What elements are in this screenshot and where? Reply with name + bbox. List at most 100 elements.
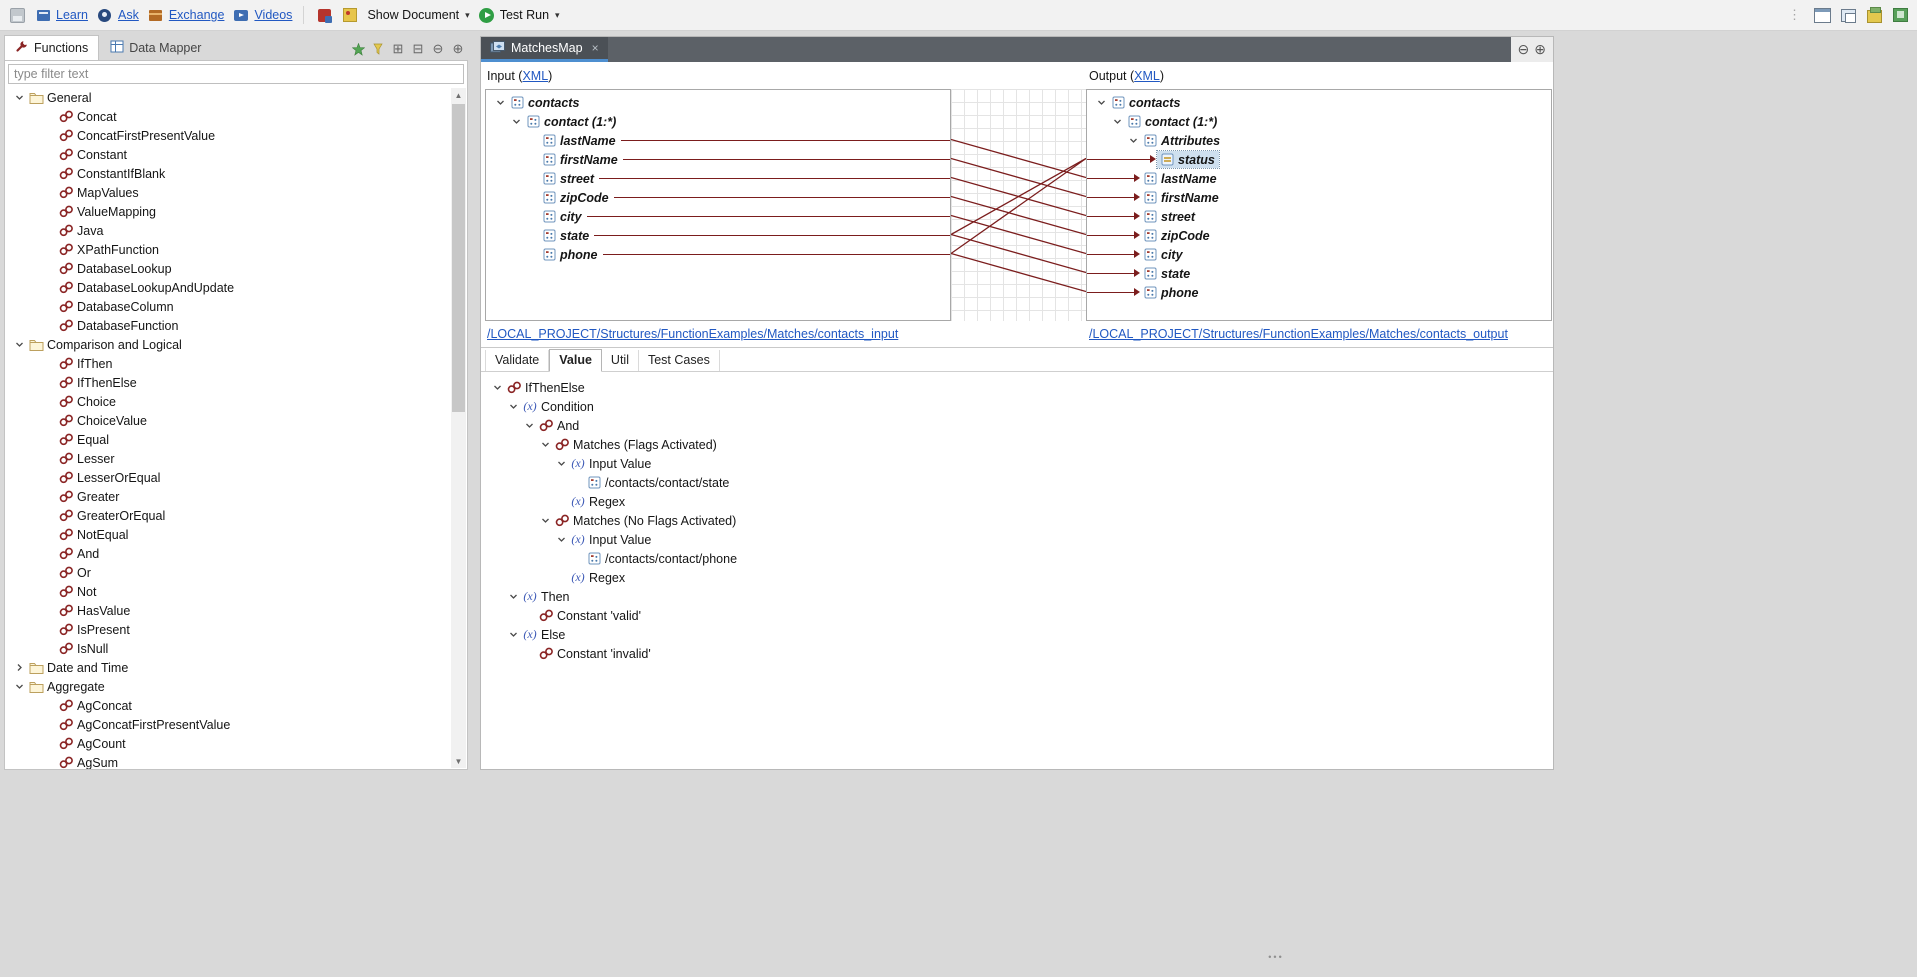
input-tree-item[interactable]: lastName (486, 131, 950, 150)
tab-test-cases[interactable]: Test Cases (639, 350, 720, 371)
function-item[interactable]: Lesser (5, 449, 450, 468)
function-item[interactable]: ConcatFirstPresentValue (5, 126, 450, 145)
chevron-down-icon[interactable] (505, 592, 521, 601)
expression-tree-item[interactable]: (x)Condition (481, 397, 1553, 416)
output-tree-item[interactable]: Attributes (1087, 131, 1551, 150)
function-item[interactable]: MapValues (5, 183, 450, 202)
input-tree-item[interactable]: firstName (486, 150, 950, 169)
sash-handle[interactable]: ••• (1260, 952, 1292, 962)
show-document-dropdown[interactable]: Show Document ▾ (367, 8, 469, 22)
minimize-icon[interactable]: ⊖ (1518, 41, 1530, 58)
exchange-link[interactable]: Exchange (147, 6, 225, 24)
chevron-down-icon[interactable] (11, 93, 27, 102)
learn-label[interactable]: Learn (56, 8, 88, 22)
input-xml-link[interactable]: XML (522, 69, 548, 83)
minimize-view-icon[interactable]: ⊖ (430, 41, 446, 57)
chevron-down-icon[interactable] (492, 98, 508, 107)
function-item[interactable]: DatabaseLookup (5, 259, 450, 278)
videos-label[interactable]: Videos (254, 8, 292, 22)
expression-tree-item[interactable]: (x)Input Value (481, 454, 1553, 473)
output-tree-item[interactable]: street (1087, 207, 1551, 226)
function-item[interactable]: ChoiceValue (5, 411, 450, 430)
input-tree-item[interactable]: city (486, 207, 950, 226)
function-item[interactable]: IfThen (5, 354, 450, 373)
maximize-icon[interactable]: ⊕ (1534, 41, 1546, 58)
function-item[interactable]: IsNull (5, 639, 450, 658)
function-item[interactable]: AgConcat (5, 696, 450, 715)
function-item[interactable]: ValueMapping (5, 202, 450, 221)
function-item[interactable]: DatabaseLookupAndUpdate (5, 278, 450, 297)
function-item[interactable]: XPathFunction (5, 240, 450, 259)
tab-matchesmap[interactable]: MatchesMap × (481, 37, 608, 62)
exchange-label[interactable]: Exchange (169, 8, 225, 22)
chevron-down-icon[interactable] (489, 383, 505, 392)
chevron-down-icon[interactable] (11, 682, 27, 691)
function-item[interactable]: Equal (5, 430, 450, 449)
chevron-down-icon[interactable] (553, 535, 569, 544)
function-group-row[interactable]: Aggregate (5, 677, 450, 696)
chevron-down-icon[interactable] (553, 459, 569, 468)
chevron-down-icon[interactable] (537, 440, 553, 449)
save-icon[interactable] (8, 6, 26, 24)
chevron-down-icon[interactable] (521, 421, 537, 430)
function-item[interactable]: NotEqual (5, 525, 450, 544)
output-tree-item[interactable]: contact (1:*) (1087, 112, 1551, 131)
function-item[interactable]: AgConcatFirstPresentValue (5, 715, 450, 734)
function-item[interactable]: Greater (5, 487, 450, 506)
function-item[interactable]: Java (5, 221, 450, 240)
scroll-up-icon[interactable]: ▲ (451, 88, 466, 102)
output-tree-item[interactable]: firstName (1087, 188, 1551, 207)
function-item[interactable]: AgCount (5, 734, 450, 753)
collapse-all-icon[interactable]: ⊟ (410, 41, 426, 57)
expression-tree-item[interactable]: /contacts/contact/phone (481, 549, 1553, 568)
expression-tree-item[interactable]: (x)Input Value (481, 530, 1553, 549)
close-icon[interactable]: × (592, 41, 599, 55)
expression-tree-item[interactable]: And (481, 416, 1553, 435)
function-item[interactable]: Not (5, 582, 450, 601)
input-tree-item[interactable]: state (486, 226, 950, 245)
chevron-down-icon[interactable] (1109, 117, 1125, 126)
chevron-down-icon[interactable] (1125, 136, 1141, 145)
favorite-star-icon[interactable] (350, 41, 366, 57)
expression-tree-item[interactable]: (x)Regex (481, 492, 1553, 511)
scroll-down-icon[interactable]: ▼ (451, 754, 466, 768)
output-tree-item[interactable]: status (1087, 150, 1551, 169)
function-group-row[interactable]: Comparison and Logical (5, 335, 450, 354)
chevron-down-icon[interactable] (505, 402, 521, 411)
function-item[interactable]: ConstantIfBlank (5, 164, 450, 183)
expression-tree-item[interactable]: Matches (Flags Activated) (481, 435, 1553, 454)
chevron-down-icon[interactable] (505, 630, 521, 639)
chevron-down-icon[interactable] (537, 516, 553, 525)
expression-tree-item[interactable]: Matches (No Flags Activated) (481, 511, 1553, 530)
maximize-view-icon[interactable]: ⊕ (450, 41, 466, 57)
expression-tree-item[interactable]: (x)Else (481, 625, 1553, 644)
palette-stack-icon[interactable] (1865, 6, 1883, 24)
chevron-down-icon[interactable] (1093, 98, 1109, 107)
output-tree-item[interactable]: contacts (1087, 93, 1551, 112)
chevron-down-icon[interactable] (11, 340, 27, 349)
vertical-scrollbar[interactable]: ▲ ▼ (451, 88, 466, 768)
tab-data-mapper[interactable]: Data Mapper (99, 36, 212, 61)
input-tree-item[interactable]: contact (1:*) (486, 112, 950, 131)
function-item[interactable]: IfThenElse (5, 373, 450, 392)
duplicate-window-icon[interactable] (1839, 6, 1857, 24)
input-tree-item[interactable]: zipCode (486, 188, 950, 207)
function-item[interactable]: IsPresent (5, 620, 450, 639)
function-item[interactable]: DatabaseColumn (5, 297, 450, 316)
ask-label[interactable]: Ask (118, 8, 139, 22)
output-tree-item[interactable]: zipCode (1087, 226, 1551, 245)
function-item[interactable]: And (5, 544, 450, 563)
learn-link[interactable]: Learn (34, 6, 88, 24)
function-item[interactable]: DatabaseFunction (5, 316, 450, 335)
expression-tree-item[interactable]: (x)Regex (481, 568, 1553, 587)
perspective-icon[interactable] (1813, 6, 1831, 24)
bookmark-icon[interactable] (341, 6, 359, 24)
function-item[interactable]: Choice (5, 392, 450, 411)
filter-input[interactable] (8, 64, 464, 84)
output-xml-link[interactable]: XML (1134, 69, 1160, 83)
publish-icon[interactable] (315, 6, 333, 24)
expression-tree-item[interactable]: Constant 'valid' (481, 606, 1553, 625)
output-tree-item[interactable]: phone (1087, 283, 1551, 302)
function-item[interactable]: HasValue (5, 601, 450, 620)
tab-validate[interactable]: Validate (485, 350, 549, 371)
